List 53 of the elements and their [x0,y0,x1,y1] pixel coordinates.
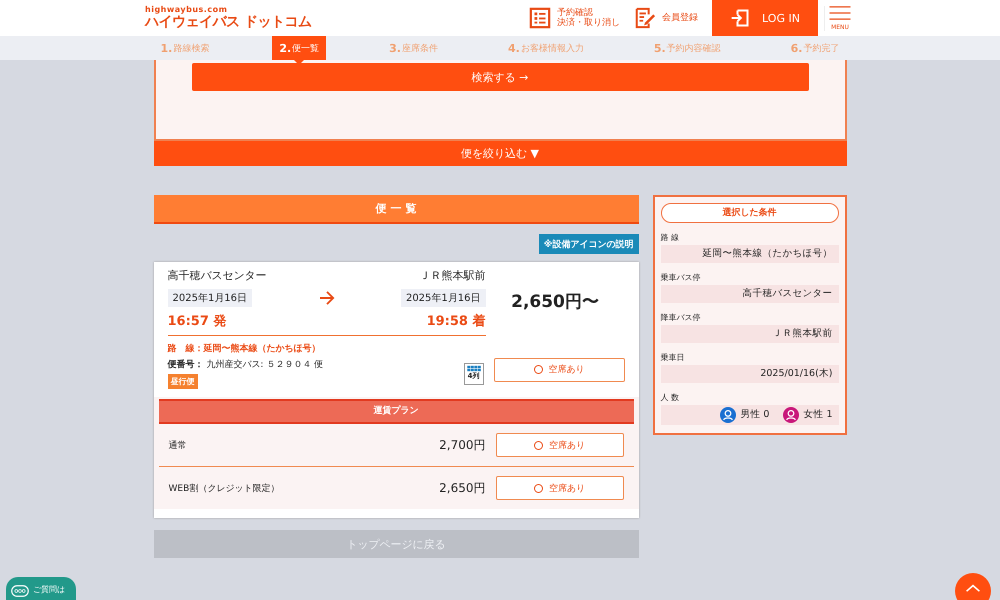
arrival-date: 2025年1月16日 [400,289,486,307]
conditions-title: 選択した条件 [660,203,838,223]
departure-time: 16:57 発 [168,313,226,330]
fare-plan-header: 運賃プラン [158,399,634,424]
condition-label: 乗車バス停 [660,272,702,283]
availability-button[interactable]: 空席あり [496,433,624,457]
condition-label: 乗車日 [660,352,686,363]
passenger-count: 女性 1 [803,409,832,421]
menu-icon [829,6,851,20]
condition-value: 延岡〜熊本線（たかちほ号） [660,245,838,263]
fare-name: 通常 [168,440,188,452]
list-title: 便 一 覧 [154,195,638,224]
departure-date: 2025年1月16日 [168,289,252,307]
condition-label: 降車バス停 [660,312,702,323]
step-label: 4.お客様情報入力 [506,40,585,56]
arrow-icon [318,291,334,305]
filter-button[interactable]: 便を絞り込む ▼ [154,141,846,166]
condition-label: 人 数 [660,392,680,403]
chat-icon [11,584,29,598]
search-button[interactable]: 検索する → [192,63,808,91]
fare-name: WEB割（クレジット限定） [168,482,280,494]
availability-button[interactable]: 空席あり [496,476,624,500]
condition-value: 高千穂バスセンター [660,285,838,303]
departure-stop: 高千穂バスセンター [168,268,266,283]
scroll-top-button[interactable] [955,573,991,600]
condition-value: 2025/01/16(木) [660,365,838,383]
logo[interactable]: ハイウェイバス ドットコム [145,14,312,31]
step-label: 6.予約完了 [790,40,840,56]
facility-info-button[interactable]: ※設備アイコンの説明 [538,234,638,254]
condition-label: 路 線 [660,232,680,243]
trip-number: 便番号： 九州産交バス: ５２９０４ 便 [168,358,324,371]
trip-tag: 昼行便 [168,374,198,389]
route-text: 路 線：延岡〜熊本線（たかちほ号） [168,342,322,355]
condition-value: ＪＲ熊本駅前 [660,325,838,343]
login-icon [730,8,750,28]
chevron-up-icon [965,583,981,593]
step-label: 1.路線検索 [160,40,210,56]
chat-button[interactable]: ご質問は [6,577,76,600]
arrival-stop: ＪＲ熊本駅前 [420,268,486,283]
list-icon [529,7,551,29]
passenger-count: 男性 0 [740,409,770,421]
availability-button[interactable]: 空席あり [494,358,624,382]
logo-subtitle: highwaybus.com [145,5,228,14]
price: 2,650円〜 [510,291,600,314]
fare-price: 2,650円 [439,480,486,496]
header-link[interactable]: 予約確認 決済・取り消し [529,7,620,29]
fare-price: 2,700円 [439,436,486,454]
header-link[interactable]: 会員登録 [634,7,698,29]
step-label: 5.予約内容確認 [652,40,722,56]
step-label: 3.座席条件 [388,40,439,56]
edit-icon [634,7,656,29]
arrival-time: 19:58 着 [426,312,486,330]
login-button[interactable]: LOG IN [712,0,818,36]
